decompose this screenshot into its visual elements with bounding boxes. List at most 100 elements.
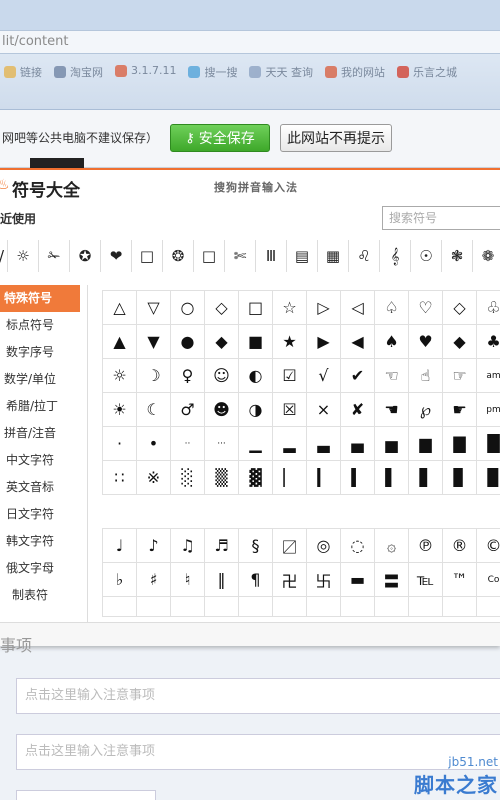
symbol-cell[interactable]: ◑ (239, 393, 273, 427)
symbol-cell[interactable]: ▄ (341, 427, 375, 461)
symbol-cell[interactable]: 〼 (273, 529, 307, 563)
symbol-cell[interactable]: ▏ (273, 461, 307, 495)
symbol-cell[interactable]: ♧ (477, 291, 500, 325)
category-item[interactable]: 标点符号 (0, 312, 87, 339)
recent-symbol[interactable]: ❁ (473, 240, 500, 272)
symbol-cell[interactable] (443, 597, 477, 617)
symbol-cell[interactable] (103, 597, 137, 617)
symbol-cell[interactable]: ▋ (409, 461, 443, 495)
symbol-cell[interactable]: ◆ (205, 325, 239, 359)
symbol-cell[interactable]: ◇ (205, 291, 239, 325)
symbol-cell[interactable]: ℘ (409, 393, 443, 427)
symbol-cell[interactable]: ℡ (409, 563, 443, 597)
category-item[interactable]: 拼音/注音 (0, 420, 87, 447)
symbol-cell[interactable] (171, 597, 205, 617)
symbol-cell[interactable]: ▶ (307, 325, 341, 359)
symbol-cell[interactable]: am (477, 359, 500, 393)
category-item[interactable]: 英文音标 (0, 474, 87, 501)
bookmark-item[interactable]: 乐言之城 (396, 64, 457, 80)
symbol-cell[interactable]: 卍 (273, 563, 307, 597)
category-item[interactable]: 希腊/拉丁 (0, 393, 87, 420)
recent-symbol[interactable]: ☼ (8, 240, 39, 272)
small-input[interactable] (16, 790, 156, 800)
symbol-cell[interactable]: ·· (171, 427, 205, 461)
symbol-cell[interactable]: ● (171, 325, 205, 359)
symbol-cell[interactable] (307, 597, 341, 617)
symbol-cell[interactable]: ▒ (205, 461, 239, 495)
symbol-cell[interactable]: § (239, 529, 273, 563)
symbol-cell[interactable]: ♮ (171, 563, 205, 597)
recent-symbol[interactable]: ♌ (349, 240, 380, 272)
symbol-cell[interactable]: 〓 (375, 563, 409, 597)
recent-symbol[interactable]: ✪ (70, 240, 101, 272)
symbol-cell[interactable]: ◇ (443, 291, 477, 325)
symbol-cell[interactable]: ◁ (341, 291, 375, 325)
symbol-cell[interactable]: ® (443, 529, 477, 563)
recent-symbol[interactable]: ✁ (39, 240, 70, 272)
symbol-cell[interactable] (409, 597, 443, 617)
symbol-cell[interactable]: ♠ (375, 325, 409, 359)
symbol-cell[interactable]: ▓ (239, 461, 273, 495)
symbol-cell[interactable]: ▎ (307, 461, 341, 495)
symbol-cell[interactable]: ▆ (409, 427, 443, 461)
symbol-cell[interactable]: ☼ (103, 359, 137, 393)
symbol-cell[interactable] (273, 597, 307, 617)
symbol-cell[interactable]: ♫ (171, 529, 205, 563)
bookmark-item[interactable]: 3.1.7.11 (115, 64, 176, 77)
bookmark-item[interactable]: 我的网站 (324, 64, 385, 80)
symbol-cell[interactable]: ☀ (103, 393, 137, 427)
recent-symbol[interactable]: ❂ (163, 240, 194, 272)
symbol-cell[interactable]: ▃ (307, 427, 341, 461)
symbol-cell[interactable]: ♬ (205, 529, 239, 563)
symbol-cell[interactable] (375, 597, 409, 617)
symbol-cell[interactable]: ◐ (239, 359, 273, 393)
symbol-cell[interactable]: ☻ (205, 393, 239, 427)
recent-symbol[interactable]: □ (194, 240, 225, 272)
symbol-cell[interactable]: ☜ (375, 359, 409, 393)
symbol-cell[interactable]: ♂ (171, 393, 205, 427)
symbol-cell[interactable]: ░ (171, 461, 205, 495)
symbol-cell[interactable]: ▅ (375, 427, 409, 461)
recent-symbol[interactable]: ▦ (318, 240, 349, 272)
symbol-cell[interactable]: ▽ (137, 291, 171, 325)
category-item[interactable]: 制表符 (0, 582, 87, 609)
bookmark-item[interactable]: 天天 查询 (249, 64, 313, 80)
symbol-cell[interactable]: ☞ (443, 359, 477, 393)
symbol-cell[interactable]: ▌ (375, 461, 409, 495)
symbol-cell[interactable] (205, 597, 239, 617)
symbol-cell[interactable]: ▂ (273, 427, 307, 461)
symbol-cell[interactable]: ¶ (239, 563, 273, 597)
recent-symbol[interactable]: Ⅲ (256, 240, 287, 272)
symbol-cell[interactable]: █ (477, 427, 500, 461)
symbol-cell[interactable]: ▇ (443, 427, 477, 461)
symbol-cell[interactable]: ··· (205, 427, 239, 461)
bookmark-item[interactable]: 链接 (4, 64, 42, 80)
symbol-cell[interactable]: ۞ (375, 529, 409, 563)
symbol-cell[interactable]: ▷ (307, 291, 341, 325)
symbol-cell[interactable]: ◀ (341, 325, 375, 359)
symbol-cell[interactable]: 卐 (307, 563, 341, 597)
symbol-cell[interactable]: ▊ (443, 461, 477, 495)
symbol-cell[interactable]: ■ (239, 325, 273, 359)
category-item[interactable]: 特殊符号 (0, 285, 80, 312)
recent-symbol[interactable]: □ (132, 240, 163, 272)
symbol-cell[interactable]: ◆ (443, 325, 477, 359)
recent-symbol[interactable]: / (0, 240, 8, 272)
symbol-cell[interactable]: ☾ (137, 393, 171, 427)
symbol-cell[interactable]: □ (239, 291, 273, 325)
category-item[interactable]: 日文字符 (0, 501, 87, 528)
symbol-cell[interactable]: ◌ (341, 529, 375, 563)
symbol-cell[interactable]: ☝ (409, 359, 443, 393)
symbol-cell[interactable]: ♥ (409, 325, 443, 359)
symbol-cell[interactable]: ∷ (103, 461, 137, 495)
symbol-cell[interactable] (341, 597, 375, 617)
symbol-cell[interactable]: ♣ (477, 325, 500, 359)
symbol-cell[interactable]: ™ (443, 563, 477, 597)
symbol-cell[interactable]: © (477, 529, 500, 563)
symbol-cell[interactable]: ♡ (409, 291, 443, 325)
no-prompt-button[interactable]: 此网站不再提示 (280, 124, 392, 152)
symbol-cell[interactable]: ▬ (341, 563, 375, 597)
symbol-cell[interactable]: ☑ (273, 359, 307, 393)
symbol-cell[interactable]: ☽ (137, 359, 171, 393)
symbol-cell[interactable]: ♩ (103, 529, 137, 563)
